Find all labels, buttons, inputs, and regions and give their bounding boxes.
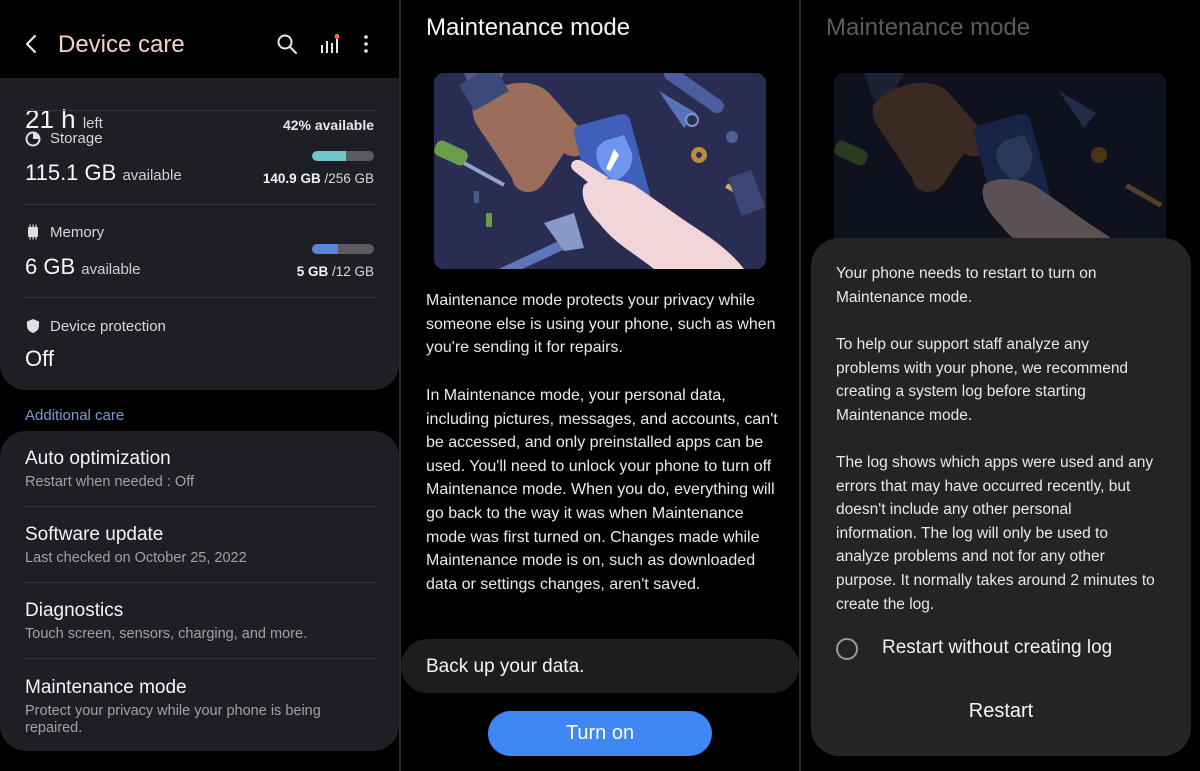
device-status-card: 21 h left 42% available Storage 115.1 GB… xyxy=(0,40,399,390)
list-item-subtitle: Protect your privacy while your phone is… xyxy=(25,703,321,736)
description-paragraph-2: In Maintenance mode, your personal data,… xyxy=(426,387,778,593)
storage-total: /256 GB xyxy=(324,171,374,186)
back-icon[interactable] xyxy=(22,33,42,55)
additional-care-heading: Additional care xyxy=(25,407,125,424)
memory-label: Memory xyxy=(50,224,105,241)
battery-stats-icon[interactable] xyxy=(318,33,340,55)
battery-available: 42% available xyxy=(282,117,374,133)
page-title: Device care xyxy=(58,31,185,58)
dialog-paragraph-3: The log shows which apps were used and a… xyxy=(836,454,1155,613)
divider xyxy=(25,582,375,583)
radio-label: Restart without creating log xyxy=(882,637,1113,658)
app-header: Device care xyxy=(0,0,399,78)
storage-usage-fill xyxy=(312,151,347,161)
memory-total: /12 GB xyxy=(331,264,374,279)
additional-care-card: Auto optimization Restart when needed : … xyxy=(0,431,399,751)
storage-available-suffix: available xyxy=(122,167,182,184)
radio-button[interactable] xyxy=(836,638,858,660)
shield-icon xyxy=(27,319,39,333)
maintenance-illustration xyxy=(434,73,766,269)
backup-data-label: Back up your data. xyxy=(426,656,585,677)
restart-dialog: Your phone needs to restart to turn on M… xyxy=(811,238,1191,756)
maintenance-mode-screen: Maintenance mode Maintenance mode protec… xyxy=(401,0,799,771)
storage-available-value: 115.1 GB xyxy=(25,160,117,185)
turn-on-button[interactable]: Turn on xyxy=(488,711,712,756)
memory-usage-fill xyxy=(312,244,339,254)
page-title: Maintenance mode xyxy=(426,14,631,41)
dialog-paragraph-1: Your phone needs to restart to turn on M… xyxy=(836,265,1097,306)
backup-data-row[interactable]: Back up your data. xyxy=(401,639,799,693)
description-paragraph-1: Maintenance mode protects your privacy w… xyxy=(426,292,776,357)
list-item-subtitle: Touch screen, sensors, charging, and mor… xyxy=(25,626,308,642)
memory-usage-bar xyxy=(312,244,374,254)
list-item-title: Software update xyxy=(25,524,164,545)
page-title-dimmed: Maintenance mode xyxy=(826,14,1031,41)
storage-usage-bar xyxy=(312,151,374,161)
more-icon[interactable] xyxy=(355,33,377,55)
restart-button[interactable]: Restart xyxy=(811,700,1191,723)
memory-chip-icon xyxy=(28,224,38,240)
divider xyxy=(25,204,375,205)
memory-used: 5 GB xyxy=(296,264,329,279)
device-protection-label: Device protection xyxy=(50,318,166,335)
storage-icon xyxy=(25,131,41,147)
memory-available-suffix: available xyxy=(81,261,141,278)
divider xyxy=(25,297,375,298)
list-item-title: Auto optimization xyxy=(25,448,171,469)
device-protection-value: Off xyxy=(25,346,54,371)
storage-used: 140.9 GB xyxy=(262,171,321,186)
storage-label: Storage xyxy=(50,130,103,147)
list-item-subtitle: Restart when needed : Off xyxy=(25,474,195,490)
storage-usage-text: 140.9 GB /256 GB xyxy=(263,171,374,186)
memory-available-value: 6 GB xyxy=(25,254,76,279)
list-item-subtitle: Last checked on October 25, 2022 xyxy=(25,550,247,566)
list-item-title: Maintenance mode xyxy=(25,677,187,698)
memory-available: 6 GB available xyxy=(25,254,140,280)
storage-available: 115.1 GB available xyxy=(25,160,182,186)
dialog-paragraph-2: To help our support staff analyze any pr… xyxy=(836,336,1129,424)
divider xyxy=(25,110,375,111)
maintenance-restart-screen: Maintenance mode Your phone needs to res… xyxy=(801,0,1200,771)
divider xyxy=(25,506,375,507)
list-item-title: Diagnostics xyxy=(25,600,124,621)
memory-usage-text: 5 GB /12 GB xyxy=(297,264,374,279)
divider xyxy=(25,658,375,659)
repair-hands-illustration xyxy=(434,73,766,269)
search-icon[interactable] xyxy=(276,33,298,55)
device-care-screen: 21 h left 42% available Storage 115.1 GB… xyxy=(0,0,399,771)
